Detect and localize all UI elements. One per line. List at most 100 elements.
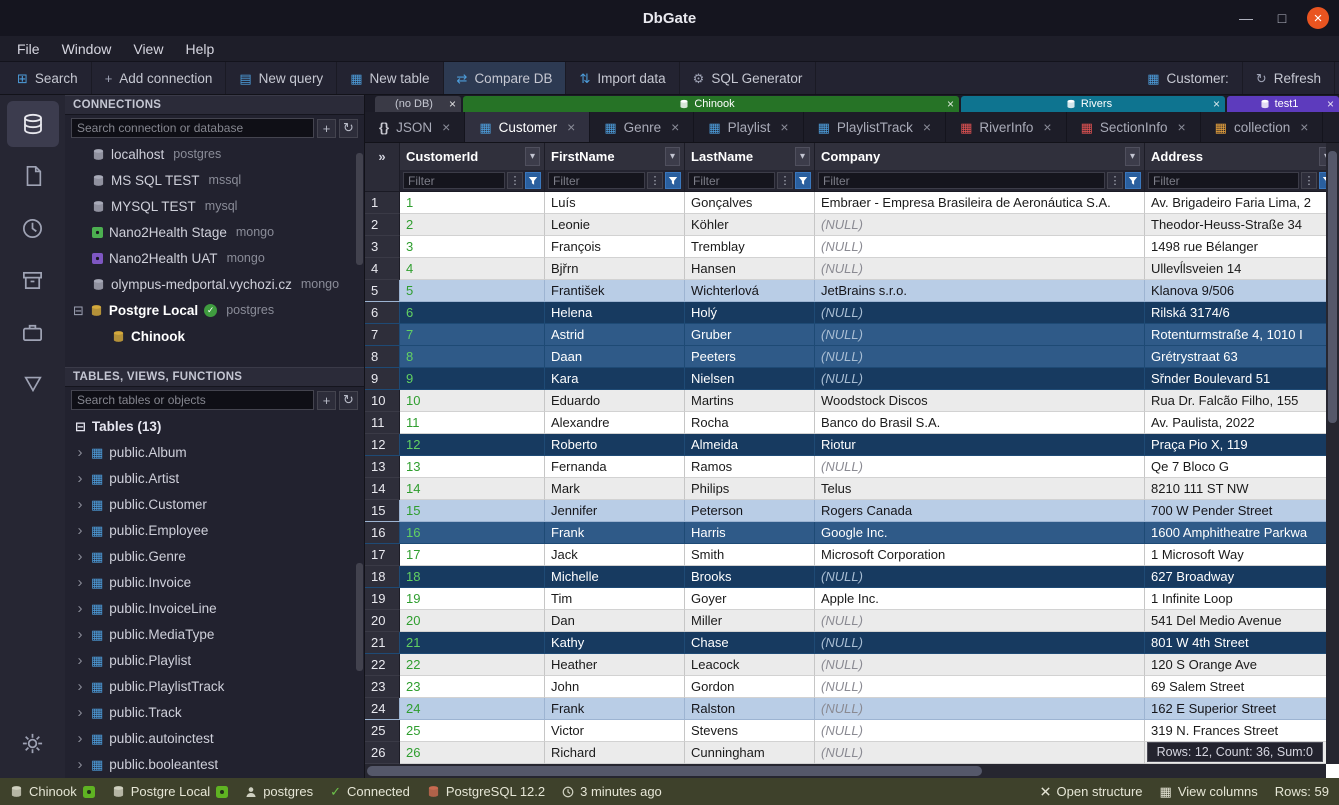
kebab-icon[interactable]: ⋮ (777, 172, 793, 189)
cell-address[interactable]: Qe 7 Bloco G (1145, 456, 1339, 478)
close-icon[interactable]: × (442, 119, 450, 135)
chevron-right-icon[interactable]: › (75, 679, 85, 694)
cell-customerid[interactable]: 8 (400, 346, 545, 368)
cell-firstname[interactable]: Bjřrn (545, 258, 685, 280)
cell-address[interactable]: 1498 rue Bélanger (1145, 236, 1339, 258)
cell-customerid[interactable]: 15 (400, 500, 545, 522)
toolbar-sql-generator[interactable]: ⚙SQL Generator (680, 62, 817, 94)
cell-customerid[interactable]: 5 (400, 280, 545, 302)
funnel-icon[interactable] (795, 172, 811, 189)
cell-address[interactable]: Praça Pio X, 119 (1145, 434, 1339, 456)
cell-company[interactable]: Microsoft Corporation (815, 544, 1145, 566)
kebab-icon[interactable]: ⋮ (1301, 172, 1317, 189)
cell-firstname[interactable]: John (545, 676, 685, 698)
cell-address[interactable]: 162 E Superior Street (1145, 698, 1339, 720)
toolbar-compare-db[interactable]: ⇄Compare DB (444, 62, 567, 94)
status-postgre-local[interactable]: Postgre Local (112, 784, 229, 799)
table-row[interactable]: 88DaanPeeters(NULL)Grétrystraat 63 (365, 346, 1339, 368)
chevron-right-icon[interactable]: › (75, 653, 85, 668)
cell-customerid[interactable]: 24 (400, 698, 545, 720)
close-icon[interactable]: × (1177, 119, 1185, 135)
cell-customerid[interactable]: 12 (400, 434, 545, 456)
close-icon[interactable]: × (567, 119, 575, 135)
cell-firstname[interactable]: Roberto (545, 434, 685, 456)
table-row[interactable]: 1616FrankHarrisGoogle Inc.1600 Amphithea… (365, 522, 1339, 544)
sidebar-item-public-autoinctest[interactable]: ›▦public.autoinctest (65, 725, 364, 751)
table-row[interactable]: 22LeonieKöhler(NULL)Theodor-Heuss-Straße… (365, 214, 1339, 236)
row-number[interactable]: 24 (365, 698, 400, 720)
cell-lastname[interactable]: Almeida (685, 434, 815, 456)
tab-customer[interactable]: ▦Customer× (465, 112, 590, 142)
cell-firstname[interactable]: François (545, 236, 685, 258)
iconbar-briefcase-icon[interactable] (7, 309, 59, 355)
cell-firstname[interactable]: František (545, 280, 685, 302)
tab-playlisttrack[interactable]: ▦PlaylistTrack× (804, 112, 947, 142)
row-number[interactable]: 19 (365, 588, 400, 610)
cell-firstname[interactable]: Alexandre (545, 412, 685, 434)
sidebar-item-public-album[interactable]: ›▦public.Album (65, 439, 364, 465)
cell-address[interactable]: 120 S Orange Ave (1145, 654, 1339, 676)
cell-customerid[interactable]: 2 (400, 214, 545, 236)
minimize-icon[interactable]: — (1235, 7, 1257, 29)
collapse-icon[interactable]: ⊟ (73, 304, 84, 317)
connection-olympus-medportal-vychozi-cz[interactable]: olympus-medportal.vychozi.czmongo (65, 271, 364, 297)
cell-address[interactable]: Av. Brigadeiro Faria Lima, 2 (1145, 192, 1339, 214)
cell-address[interactable]: Av. Paulista, 2022 (1145, 412, 1339, 434)
cell-lastname[interactable]: Stevens (685, 720, 815, 742)
connection-nano2health-uat[interactable]: Nano2Health UATmongo (65, 245, 364, 271)
funnel-icon[interactable] (665, 172, 681, 189)
column-header-customerid[interactable]: CustomerId▾ (400, 143, 545, 170)
chevron-right-icon[interactable]: › (75, 627, 85, 642)
sidebar-item-public-customer[interactable]: ›▦public.Customer (65, 491, 364, 517)
cell-address[interactable]: 319 N. Frances Street (1145, 720, 1339, 742)
kebab-icon[interactable]: ⋮ (507, 172, 523, 189)
cell-address[interactable]: 8210 111 ST NW (1145, 478, 1339, 500)
table-row[interactable]: 2222HeatherLeacock(NULL)120 S Orange Ave (365, 654, 1339, 676)
db-tab-test1[interactable]: test1× (1227, 96, 1339, 112)
scrollbar-thumb[interactable] (367, 766, 982, 776)
tab-collection[interactable]: ▦collection× (1201, 112, 1324, 142)
cell-firstname[interactable]: Jennifer (545, 500, 685, 522)
chevron-right-icon[interactable]: › (75, 445, 85, 460)
table-row[interactable]: 77AstridGruber(NULL)Rotenturmstraße 4, 1… (365, 324, 1339, 346)
cell-firstname[interactable]: Mark (545, 478, 685, 500)
close-icon[interactable]: × (1307, 7, 1329, 29)
row-number[interactable]: 25 (365, 720, 400, 742)
cell-company[interactable]: (NULL) (815, 632, 1145, 654)
cell-customerid[interactable]: 20 (400, 610, 545, 632)
cell-lastname[interactable]: Peeters (685, 346, 815, 368)
add-connection-icon[interactable]: + (317, 119, 336, 138)
column-header-company[interactable]: Company▾ (815, 143, 1145, 170)
cell-customerid[interactable]: 19 (400, 588, 545, 610)
cell-firstname[interactable]: Tim (545, 588, 685, 610)
cell-address[interactable]: 627 Broadway (1145, 566, 1339, 588)
sidebar-item-public-mediatype[interactable]: ›▦public.MediaType (65, 621, 364, 647)
table-row[interactable]: 11LuísGonçalvesEmbraer - Empresa Brasile… (365, 192, 1339, 214)
table-row[interactable]: 2323JohnGordon(NULL)69 Salem Street (365, 676, 1339, 698)
cell-customerid[interactable]: 1 (400, 192, 545, 214)
cell-lastname[interactable]: Ralston (685, 698, 815, 720)
close-icon[interactable]: × (923, 119, 931, 135)
table-row[interactable]: 2020DanMiller(NULL)541 Del Medio Avenue (365, 610, 1339, 632)
close-icon[interactable]: × (1300, 119, 1308, 135)
cell-firstname[interactable]: Richard (545, 742, 685, 764)
connections-search-input[interactable] (71, 118, 314, 138)
iconbar-filter-icon[interactable] (7, 361, 59, 407)
row-number[interactable]: 1 (365, 192, 400, 214)
chevron-right-icon[interactable]: › (75, 731, 85, 746)
table-row[interactable]: 55FrantišekWichterlováJetBrains s.r.o.Kl… (365, 280, 1339, 302)
column-header-firstname[interactable]: FirstName▾ (545, 143, 685, 170)
close-icon[interactable]: × (1213, 97, 1220, 111)
refresh-tables-icon[interactable]: ↻ (339, 391, 358, 410)
status-rows-59[interactable]: Rows: 59 (1275, 784, 1329, 799)
row-number[interactable]: 14 (365, 478, 400, 500)
row-number[interactable]: 21 (365, 632, 400, 654)
database-chinook[interactable]: Chinook (65, 323, 364, 349)
cell-customerid[interactable]: 3 (400, 236, 545, 258)
tab-riverinfo[interactable]: ▦RiverInfo× (946, 112, 1067, 142)
funnel-icon[interactable] (525, 172, 541, 189)
cell-company[interactable]: Telus (815, 478, 1145, 500)
cell-address[interactable]: 1 Microsoft Way (1145, 544, 1339, 566)
cell-customerid[interactable]: 10 (400, 390, 545, 412)
chevron-right-icon[interactable]: › (75, 471, 85, 486)
